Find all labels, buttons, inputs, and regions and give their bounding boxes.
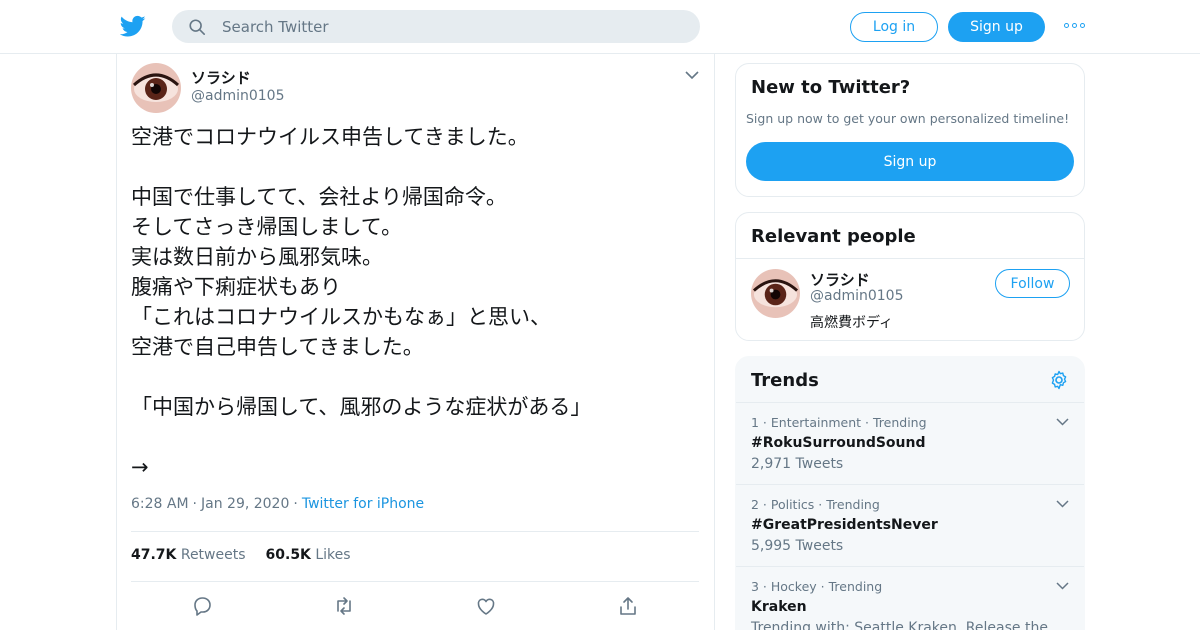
divider: [131, 581, 699, 582]
tweet-line: 空港で自己申告してきました。: [131, 335, 424, 359]
trends-card: Trends 1 · Entertainment · Trending #Rok…: [735, 356, 1085, 630]
trend-item[interactable]: 2 · Politics · Trending #GreatPresidents…: [736, 484, 1084, 566]
person-name[interactable]: ソラシド: [810, 269, 870, 290]
sidebar-signup-button[interactable]: Sign up: [746, 142, 1074, 181]
avatar[interactable]: [751, 269, 800, 318]
tweet-line: 実は数日前から風邪気味。: [131, 245, 383, 269]
top-bar: Log in Sign up: [0, 0, 1200, 54]
signup-button[interactable]: Sign up: [948, 12, 1045, 42]
likes-stat[interactable]: 60.5K Likes: [266, 547, 351, 563]
divider: [131, 531, 699, 532]
trend-name[interactable]: Kraken: [751, 599, 807, 615]
tweet-line: [131, 362, 701, 392]
tweet-line: [131, 422, 701, 452]
trend-meta: 1 · Entertainment · Trending: [751, 415, 927, 430]
tweet-line: 「中国から帰国して、風邪のような症状がある」: [131, 395, 592, 419]
trend-item[interactable]: 1 · Entertainment · Trending #RokuSurrou…: [736, 402, 1084, 484]
login-button[interactable]: Log in: [850, 12, 938, 42]
author-handle[interactable]: @admin0105: [191, 88, 285, 104]
tweet-line: 中国で仕事してて、会社より帰国命令。: [131, 185, 507, 209]
tweet-text: 空港でコロナウイルス申告してきました。 中国で仕事してて、会社より帰国命令。 そ…: [131, 122, 701, 482]
follow-button[interactable]: Follow: [995, 269, 1070, 298]
tweet-line: 「これはコロナウイルスかもなぁ」と思い、: [131, 305, 551, 329]
tweet-stats: 47.7K Retweets 60.5K Likes: [131, 547, 351, 563]
like-icon[interactable]: [475, 595, 497, 617]
reply-icon[interactable]: [191, 595, 213, 617]
new-to-twitter-card: New to Twitter? Sign up now to get your …: [735, 63, 1085, 197]
tweet-detail: ソラシド @admin0105 空港でコロナウイルス申告してきました。 中国で仕…: [116, 54, 715, 630]
search-icon: [189, 19, 206, 36]
search-input[interactable]: [222, 10, 682, 43]
card-subtitle: Sign up now to get your own personalized…: [746, 111, 1070, 126]
tweet-timestamp: 6:28 AM · Jan 29, 2020 · Twitter for iPhone: [131, 496, 425, 512]
chevron-down-icon[interactable]: [1056, 417, 1069, 426]
card-title: Trends: [751, 370, 819, 391]
search-bar[interactable]: [172, 10, 700, 43]
trend-meta: 2 · Politics · Trending: [751, 497, 880, 512]
tweet-source-link[interactable]: Twitter for iPhone: [302, 496, 424, 512]
tweet-line: [131, 152, 701, 182]
twitter-bird-icon[interactable]: [120, 13, 146, 39]
tweet-line: →: [131, 455, 149, 479]
person-handle[interactable]: @admin0105: [810, 288, 904, 304]
retweets-stat[interactable]: 47.7K Retweets: [131, 547, 246, 563]
chevron-down-icon[interactable]: [685, 70, 699, 80]
retweet-icon[interactable]: [333, 595, 355, 617]
trend-count: 2,971 Tweets: [751, 456, 844, 472]
tweet-time[interactable]: 6:28 AM: [131, 496, 189, 512]
trend-count: 5,995 Tweets: [751, 538, 844, 554]
chevron-down-icon[interactable]: [1056, 499, 1069, 508]
card-title: New to Twitter?: [751, 77, 911, 98]
trend-item[interactable]: 3 · Hockey · Trending Kraken Trending wi…: [736, 566, 1084, 630]
trend-name[interactable]: #RokuSurroundSound: [751, 435, 926, 451]
tweet-date[interactable]: Jan 29, 2020: [201, 496, 289, 512]
chevron-down-icon[interactable]: [1056, 581, 1069, 590]
gear-icon[interactable]: [1049, 370, 1069, 390]
more-dots-icon[interactable]: [1064, 18, 1086, 34]
trend-name[interactable]: #GreatPresidentsNever: [751, 517, 938, 533]
tweet-line: 空港でコロナウイルス申告してきました。: [131, 125, 529, 149]
share-icon[interactable]: [617, 595, 639, 617]
author-name[interactable]: ソラシド: [191, 67, 251, 88]
trend-meta: 3 · Hockey · Trending: [751, 579, 883, 594]
card-title: Relevant people: [751, 226, 916, 247]
trend-count: Trending with: Seattle Kraken, Release t…: [751, 620, 1048, 630]
divider: [736, 258, 1084, 259]
relevant-people-card: Relevant people ソラシド @admin0105 高燃費ボディ F…: [735, 212, 1085, 341]
person-bio: 高燃費ボディ: [810, 315, 894, 331]
tweet-line: そしてさっき帰国しまして。: [131, 215, 403, 239]
avatar[interactable]: [131, 63, 181, 113]
tweet-line: 腹痛や下痢症状もあり: [131, 275, 341, 299]
